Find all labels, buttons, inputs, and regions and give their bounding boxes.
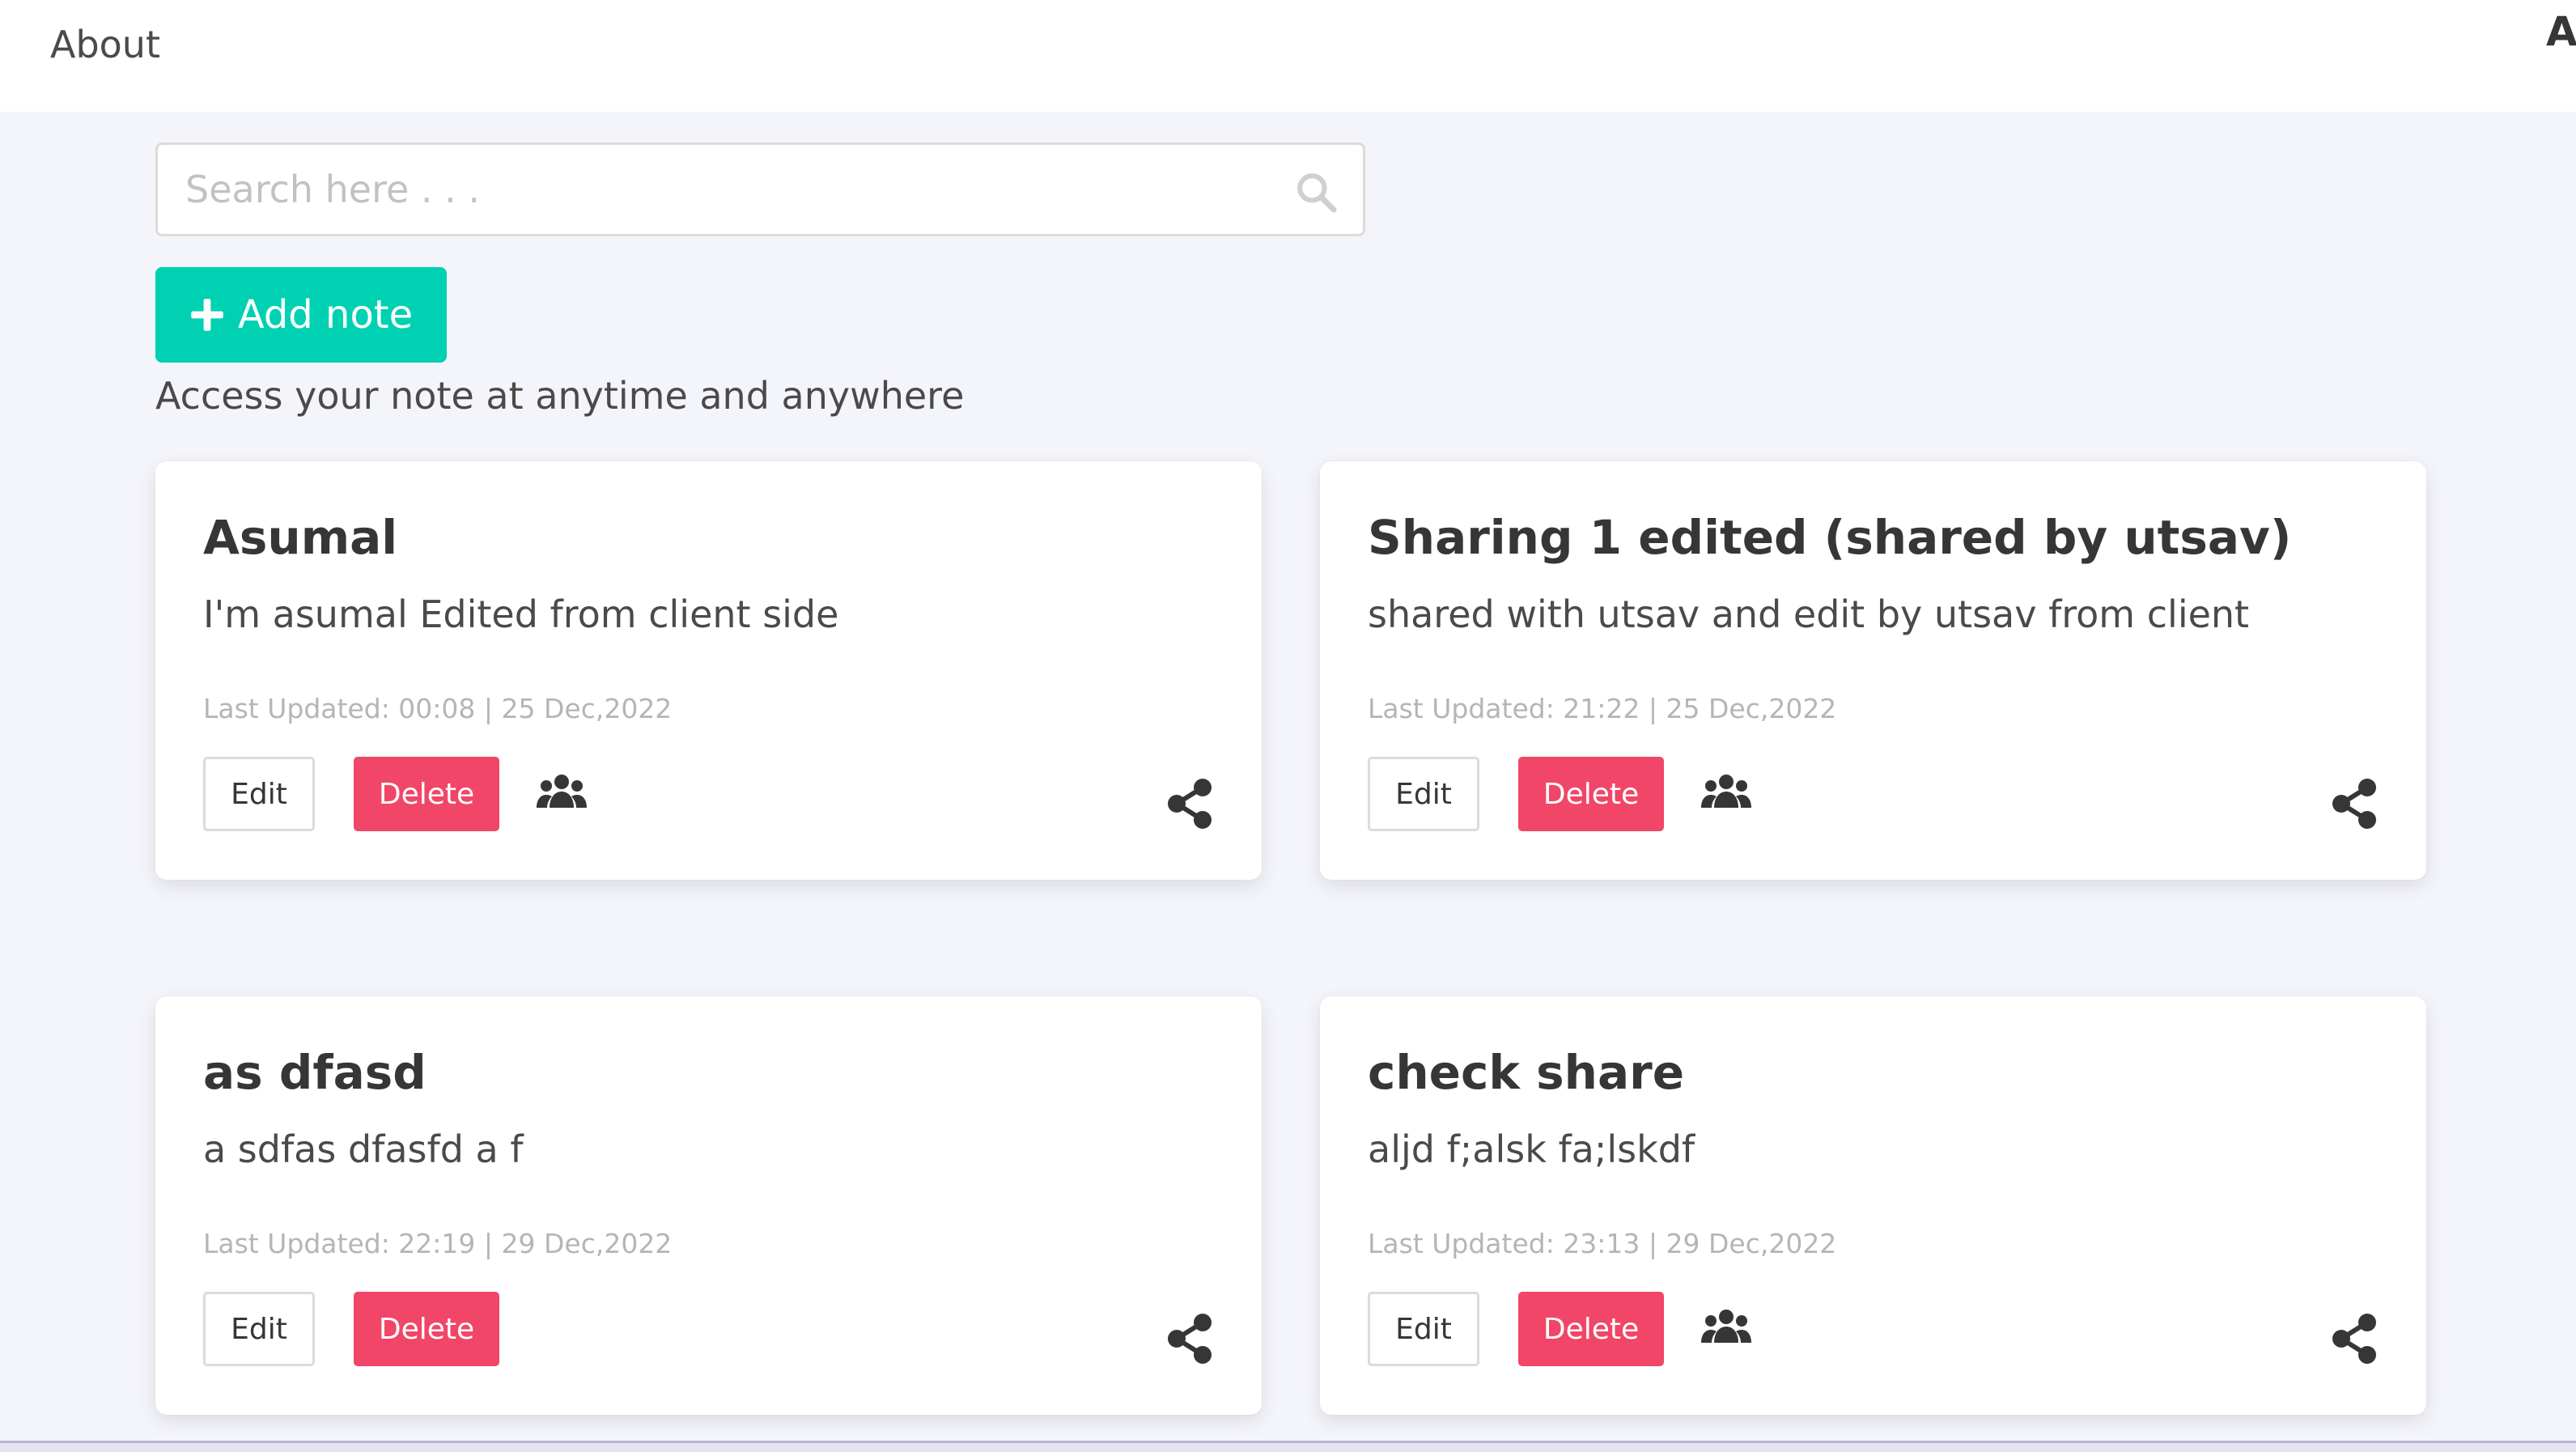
note-last-updated: Last Updated: 23:13 | 29 Dec,2022 [1368,1228,1837,1259]
edit-button[interactable]: Edit [203,1292,315,1366]
note-title: check share [1368,1045,1685,1100]
share-icon[interactable] [2330,1312,2379,1365]
note-last-updated: Last Updated: 00:08 | 25 Dec,2022 [203,693,673,724]
users-icon[interactable] [1700,771,1752,814]
nav-right-item[interactable]: A [2546,8,2576,55]
note-card: Asumal I'm asumal Edited from client sid… [155,461,1262,880]
note-card: check share aljd f;alsk fa;lskdf Last Up… [1320,996,2426,1415]
share-icon[interactable] [1165,777,1214,830]
edit-button[interactable]: Edit [203,757,315,831]
users-icon[interactable] [1700,1306,1752,1349]
nav-about-link[interactable]: About [50,23,160,66]
note-body: aljd f;alsk fa;lskdf [1368,1127,1695,1171]
note-title: Sharing 1 edited (shared by utsav) [1368,510,2292,565]
delete-button[interactable]: Delete [354,757,499,831]
note-body: a sdfas dfasfd a f [203,1127,524,1171]
search-icon [1297,173,1337,213]
plus-icon [191,299,223,331]
delete-button[interactable]: Delete [354,1292,499,1366]
share-icon[interactable] [2330,777,2379,830]
note-last-updated: Last Updated: 21:22 | 25 Dec,2022 [1368,693,1837,724]
note-title: as dfasd [203,1045,427,1100]
note-last-updated: Last Updated: 22:19 | 29 Dec,2022 [203,1228,673,1259]
note-body: shared with utsav and edit by utsav from… [1368,592,2250,636]
users-icon[interactable] [536,771,588,814]
search-input[interactable] [158,145,1363,234]
delete-button[interactable]: Delete [1518,757,1664,831]
add-note-label: Add note [237,292,414,338]
search-box [155,142,1365,236]
share-icon[interactable] [1165,1312,1214,1365]
note-title: Asumal [203,510,398,565]
note-card: as dfasd a sdfas dfasfd a f Last Updated… [155,996,1262,1415]
top-navbar: About A [0,0,2576,112]
edit-button[interactable]: Edit [1368,1292,1479,1366]
add-note-button[interactable]: Add note [155,267,447,363]
note-body: I'm asumal Edited from client side [203,592,839,636]
delete-button[interactable]: Delete [1518,1292,1664,1366]
note-card: Sharing 1 edited (shared by utsav) share… [1320,461,2426,880]
edit-button[interactable]: Edit [1368,757,1479,831]
page-subtitle: Access your note at anytime and anywhere [155,374,965,418]
window-bottom-edge [0,1441,2576,1452]
